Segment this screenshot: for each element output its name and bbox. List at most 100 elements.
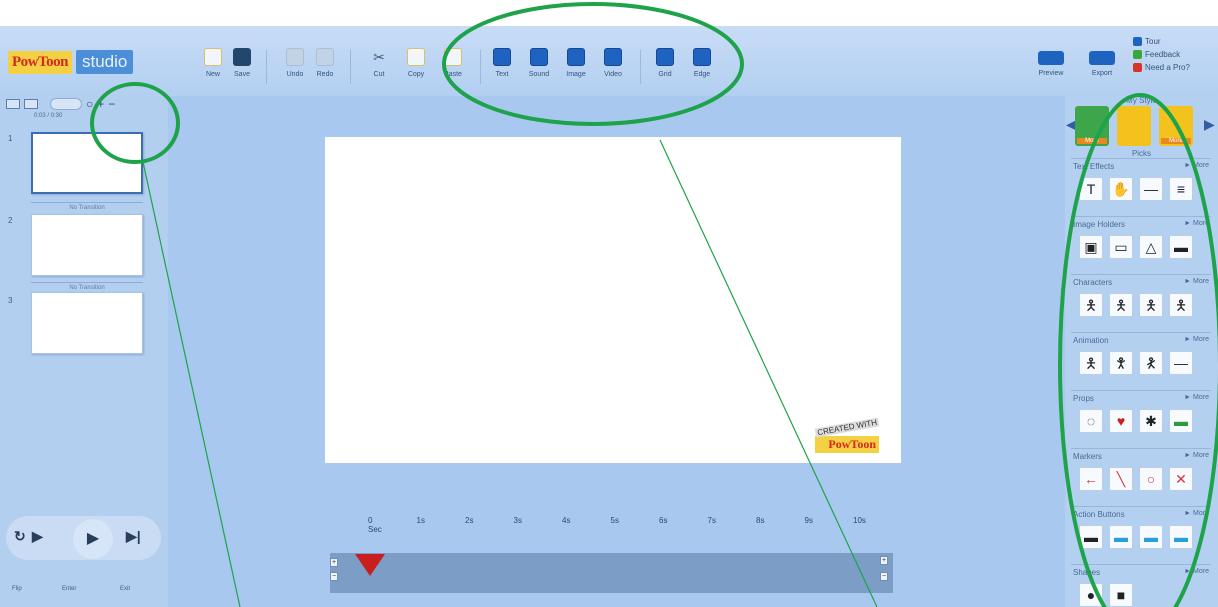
timeline-tick-label: 5s bbox=[610, 516, 619, 525]
action-button-icon[interactable]: ▬ bbox=[1169, 525, 1193, 549]
zoom-out-button[interactable]: − bbox=[880, 572, 888, 581]
hand-icon[interactable]: ✋ bbox=[1109, 177, 1133, 201]
skip-end-icon[interactable]: ▶| bbox=[126, 528, 141, 545]
animated-figure-icon[interactable]: 🯇 bbox=[1139, 351, 1163, 375]
frame-icon[interactable]: ▭ bbox=[1109, 235, 1133, 259]
favorite-item[interactable]: More bbox=[1159, 106, 1193, 146]
save-button[interactable]: Save bbox=[225, 44, 259, 88]
slide-thumbnail-3[interactable] bbox=[31, 292, 143, 354]
chevron-right-icon[interactable]: ▶ bbox=[1204, 116, 1215, 133]
more-link[interactable]: ► More bbox=[1184, 162, 1209, 169]
more-link[interactable]: ► More bbox=[1184, 394, 1209, 401]
more-link[interactable]: ► More bbox=[1184, 568, 1209, 575]
toolbar-divider bbox=[350, 50, 351, 84]
favorite-item[interactable]: More bbox=[1075, 106, 1109, 146]
text-box-icon[interactable]: ≡ bbox=[1169, 177, 1193, 201]
replay-icon[interactable]: ↻ bbox=[14, 528, 26, 545]
hanging-frame-icon[interactable]: △ bbox=[1139, 235, 1163, 259]
animated-figure-icon[interactable]: — bbox=[1169, 351, 1193, 375]
redo-button[interactable]: Redo bbox=[308, 44, 342, 88]
copy-button[interactable]: Copy bbox=[399, 44, 433, 88]
slide-thumbnail-1[interactable] bbox=[31, 132, 143, 194]
slide-number: 3 bbox=[8, 296, 13, 305]
undo-button[interactable]: Undo bbox=[278, 44, 312, 88]
cross-marker-icon[interactable]: ✕ bbox=[1169, 467, 1193, 491]
preview-button[interactable]: Preview bbox=[1031, 44, 1071, 88]
paste-button[interactable]: Paste bbox=[436, 44, 470, 88]
library-title: My Style bbox=[1126, 96, 1157, 105]
play-button[interactable]: ▶ bbox=[73, 519, 113, 559]
animated-figure-icon[interactable]: 🯅 bbox=[1079, 351, 1103, 375]
add-slide-button[interactable]: + bbox=[97, 98, 104, 110]
remove-slide-button[interactable]: − bbox=[108, 98, 115, 110]
play-from-start-icon[interactable]: ▶ bbox=[32, 528, 43, 545]
slide-list-icon[interactable] bbox=[24, 99, 38, 109]
grid-button[interactable]: Grid bbox=[648, 44, 682, 88]
slide-transition[interactable]: No Transition bbox=[31, 202, 143, 213]
timeline-tick-label: 9s bbox=[804, 516, 813, 525]
timeline-tick-label: 3s bbox=[513, 516, 522, 525]
feedback-link[interactable]: Feedback bbox=[1133, 48, 1190, 61]
line-icon[interactable]: — bbox=[1139, 177, 1163, 201]
splat-icon[interactable]: ✱ bbox=[1139, 409, 1163, 433]
export-label: Export bbox=[1091, 70, 1113, 77]
character-icon[interactable]: 🯅 bbox=[1169, 293, 1193, 317]
shape-icon[interactable]: ● bbox=[1079, 583, 1103, 607]
more-link[interactable]: ► More bbox=[1184, 220, 1209, 227]
favorite-item[interactable] bbox=[1117, 106, 1151, 146]
timeline-expand-button[interactable]: + bbox=[330, 558, 338, 567]
toolbar-divider bbox=[266, 50, 267, 84]
action-button-icon[interactable]: ▬ bbox=[1109, 525, 1133, 549]
timeline-tick-label: 4s bbox=[562, 516, 571, 525]
image-button[interactable]: Image bbox=[559, 44, 593, 88]
more-link[interactable]: ► More bbox=[1184, 452, 1209, 459]
more-link[interactable]: ► More bbox=[1184, 510, 1209, 517]
timeline-track[interactable] bbox=[330, 553, 893, 593]
export-button[interactable]: Export bbox=[1082, 44, 1122, 88]
slide-thumbnail-2[interactable] bbox=[31, 214, 143, 276]
action-button-icon[interactable]: ▬ bbox=[1079, 525, 1103, 549]
feedback-icon bbox=[1133, 50, 1142, 59]
photo-strip-icon[interactable]: ▬ bbox=[1169, 235, 1193, 259]
slide-view-icon[interactable] bbox=[6, 99, 20, 109]
playhead-marker[interactable] bbox=[355, 554, 385, 576]
toolbar-divider bbox=[640, 50, 641, 84]
edge-button[interactable]: Edge bbox=[685, 44, 719, 88]
text-button[interactable]: Text bbox=[485, 44, 519, 88]
slide-canvas[interactable]: CREATED WITH PowToon bbox=[325, 137, 901, 463]
timeline-shrink-button[interactable]: − bbox=[330, 572, 338, 581]
lightbulb-icon[interactable]: ◌ bbox=[1079, 409, 1103, 433]
arrow-marker-icon[interactable]: ← bbox=[1079, 467, 1103, 491]
cut-button[interactable]: ✂ Cut bbox=[362, 44, 396, 88]
character-icon[interactable]: 🯅 bbox=[1079, 293, 1103, 317]
more-link[interactable]: ► More bbox=[1184, 336, 1209, 343]
copy-icon bbox=[407, 48, 425, 66]
animated-figure-icon[interactable]: 🯆 bbox=[1109, 351, 1133, 375]
picture-icon[interactable]: ▣ bbox=[1079, 235, 1103, 259]
pro-icon bbox=[1133, 63, 1142, 72]
shape-icon[interactable]: ■ bbox=[1109, 583, 1133, 607]
text-t-icon[interactable]: T bbox=[1079, 177, 1103, 201]
grid-label: Grid bbox=[658, 71, 672, 78]
slide-duration-toggle[interactable] bbox=[50, 98, 82, 110]
money-icon[interactable]: ▬ bbox=[1169, 409, 1193, 433]
tour-link[interactable]: Tour bbox=[1133, 35, 1190, 48]
heart-icon[interactable]: ♥ bbox=[1109, 409, 1133, 433]
more-link[interactable]: ► More bbox=[1184, 278, 1209, 285]
sound-button[interactable]: Sound bbox=[522, 44, 556, 88]
character-icon[interactable]: 🯅 bbox=[1109, 293, 1133, 317]
need-pro-link[interactable]: Need a Pro? bbox=[1133, 61, 1190, 74]
slide-number: 2 bbox=[8, 216, 13, 225]
video-label: Video bbox=[604, 71, 622, 78]
category-name: Characters bbox=[1073, 278, 1113, 287]
settings-circle-icon[interactable]: ○ bbox=[86, 98, 93, 110]
action-button-icon[interactable]: ▬ bbox=[1139, 525, 1163, 549]
video-icon bbox=[604, 48, 622, 66]
curve-marker-icon[interactable]: ╲ bbox=[1109, 467, 1133, 491]
circle-marker-icon[interactable]: ○ bbox=[1139, 467, 1163, 491]
enter-label: Enter bbox=[62, 586, 77, 592]
preview-label: Preview bbox=[1038, 70, 1064, 77]
character-icon[interactable]: 🯅 bbox=[1139, 293, 1163, 317]
video-button[interactable]: Video bbox=[596, 44, 630, 88]
zoom-in-button[interactable]: + bbox=[880, 556, 888, 565]
